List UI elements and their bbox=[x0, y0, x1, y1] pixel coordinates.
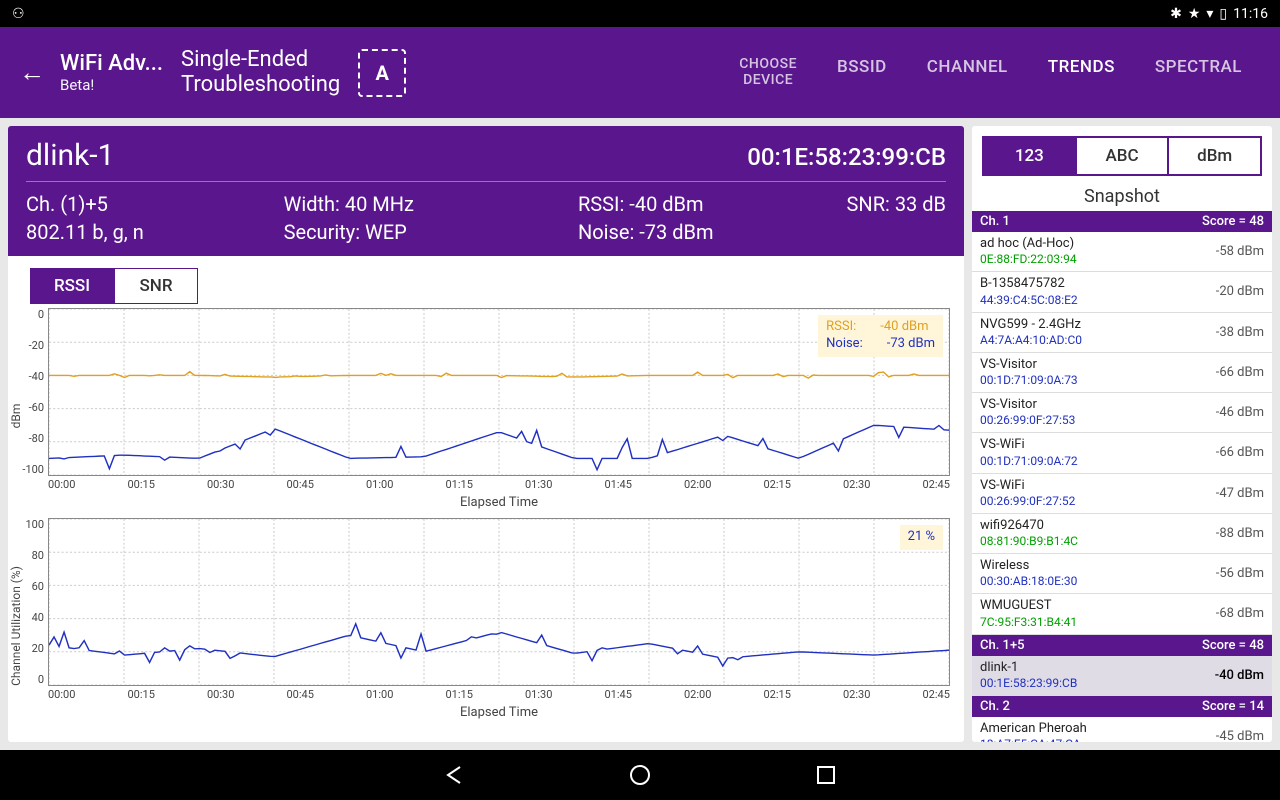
x2-label: Elapsed Time bbox=[48, 705, 950, 720]
tab-spectral[interactable]: SPECTRAL bbox=[1153, 51, 1244, 94]
snapshot-title: Snapshot bbox=[972, 186, 1272, 207]
network-row[interactable]: wifi92647008:81:90:B9:B1:4C-88 dBm bbox=[972, 514, 1272, 554]
tab-choose-device[interactable]: CHOOSEDEVICE bbox=[737, 51, 799, 94]
network-row[interactable]: WMUGUEST7C:95:F3:31:B4:41-68 dBm bbox=[972, 594, 1272, 634]
chart1-legend: RSSI:-40 dBm Noise:-73 dBm bbox=[818, 315, 943, 357]
chart-tab-rssi[interactable]: RSSI bbox=[30, 268, 114, 304]
network-row[interactable]: dlink-100:1E:58:23:99:CB-40 dBm bbox=[972, 656, 1272, 696]
bssid-value: 00:1E:58:23:99:CB bbox=[747, 143, 946, 171]
network-row[interactable]: American Pheroah18:A7:F5:CA:47:CA-45 dBm bbox=[972, 717, 1272, 742]
noise: Noise: -73 dBm bbox=[578, 220, 817, 244]
channel-header: Ch. 1Score = 48 bbox=[972, 211, 1272, 232]
mode-tab-dbm[interactable]: dBm bbox=[1167, 138, 1260, 174]
network-list[interactable]: Ch. 1Score = 48ad hoc (Ad-Hoc)0E:88:FD:2… bbox=[972, 211, 1272, 742]
network-info: dlink-1 00:1E:58:23:99:CB Ch. (1)+5 802.… bbox=[8, 126, 964, 256]
app-title: WiFi Adv... bbox=[60, 51, 163, 76]
app-subtitle: Beta! bbox=[60, 76, 163, 94]
android-nav bbox=[0, 750, 1280, 800]
clock: 11:16 bbox=[1233, 6, 1268, 22]
mode-tab-123[interactable]: 123 bbox=[984, 138, 1075, 174]
battery-icon: ▯ bbox=[1219, 6, 1227, 22]
network-row[interactable]: NVG599 - 2.4GHzA4:7A:A4:10:AD:C0-38 dBm bbox=[972, 313, 1272, 353]
mode-line1: Single-Ended bbox=[181, 48, 340, 72]
rssi: RSSI: -40 dBm bbox=[578, 192, 817, 216]
network-row[interactable]: B-135847578244:39:C4:5C:08:E2-20 dBm bbox=[972, 272, 1272, 312]
nav-recent-icon[interactable] bbox=[813, 762, 839, 788]
tab-channel[interactable]: CHANNEL bbox=[925, 51, 1010, 94]
device-icon[interactable]: A bbox=[358, 49, 406, 97]
network-row[interactable]: VS-Visitor00:1D:71:09:0A:73-66 dBm bbox=[972, 353, 1272, 393]
tab-trends[interactable]: TRENDS bbox=[1046, 51, 1117, 94]
phy: 802.11 b, g, n bbox=[26, 220, 284, 244]
rssi-chart[interactable]: RSSI:-40 dBm Noise:-73 dBm bbox=[48, 308, 950, 476]
util-chart[interactable]: 21 % bbox=[48, 518, 950, 686]
network-row[interactable]: ad hoc (Ad-Hoc)0E:88:FD:22:03:94-58 dBm bbox=[972, 232, 1272, 272]
chart2-legend: 21 % bbox=[900, 525, 943, 550]
security: Security: WEP bbox=[284, 220, 578, 244]
back-button[interactable]: ← bbox=[8, 57, 56, 88]
wifi-icon: ▾ bbox=[1206, 6, 1213, 22]
snr: SNR: 33 dB bbox=[817, 192, 946, 216]
width: Width: 40 MHz bbox=[284, 192, 578, 216]
usb-icon: ⚇ bbox=[12, 6, 25, 22]
nav-home-icon[interactable] bbox=[627, 762, 653, 788]
nav-back-icon[interactable] bbox=[441, 762, 467, 788]
channel: Ch. (1)+5 bbox=[26, 192, 284, 216]
channel-header: Ch. 2Score = 14 bbox=[972, 696, 1272, 717]
channel-header: Ch. 1+5Score = 48 bbox=[972, 635, 1272, 656]
main-panel: dlink-1 00:1E:58:23:99:CB Ch. (1)+5 802.… bbox=[8, 126, 964, 742]
x1-label: Elapsed Time bbox=[48, 495, 950, 510]
network-row[interactable]: VS-Visitor00:26:99:0F:27:53-46 dBm bbox=[972, 393, 1272, 433]
bluetooth-icon: ✱ bbox=[1170, 6, 1182, 22]
mode-tab-abc[interactable]: ABC bbox=[1075, 138, 1168, 174]
tab-bssid[interactable]: BSSID bbox=[835, 51, 889, 94]
app-header: ← WiFi Adv... Beta! Single-Ended Trouble… bbox=[0, 27, 1280, 118]
ssid: dlink-1 bbox=[26, 138, 114, 173]
network-row[interactable]: Wireless00:30:AB:18:0E:30-56 dBm bbox=[972, 554, 1272, 594]
network-row[interactable]: VS-WiFi00:26:99:0F:27:52-47 dBm bbox=[972, 474, 1272, 514]
chart-tab-snr[interactable]: SNR bbox=[114, 268, 198, 304]
snapshot-panel: 123ABCdBm Snapshot Ch. 1Score = 48ad hoc… bbox=[972, 126, 1272, 742]
status-bar: ⚇ ✱ ★ ▾ ▯ 11:16 bbox=[0, 0, 1280, 27]
mode-line2: Troubleshooting bbox=[181, 73, 340, 97]
network-row[interactable]: VS-WiFi00:1D:71:09:0A:72-66 dBm bbox=[972, 433, 1272, 473]
star-icon: ★ bbox=[1188, 6, 1201, 22]
